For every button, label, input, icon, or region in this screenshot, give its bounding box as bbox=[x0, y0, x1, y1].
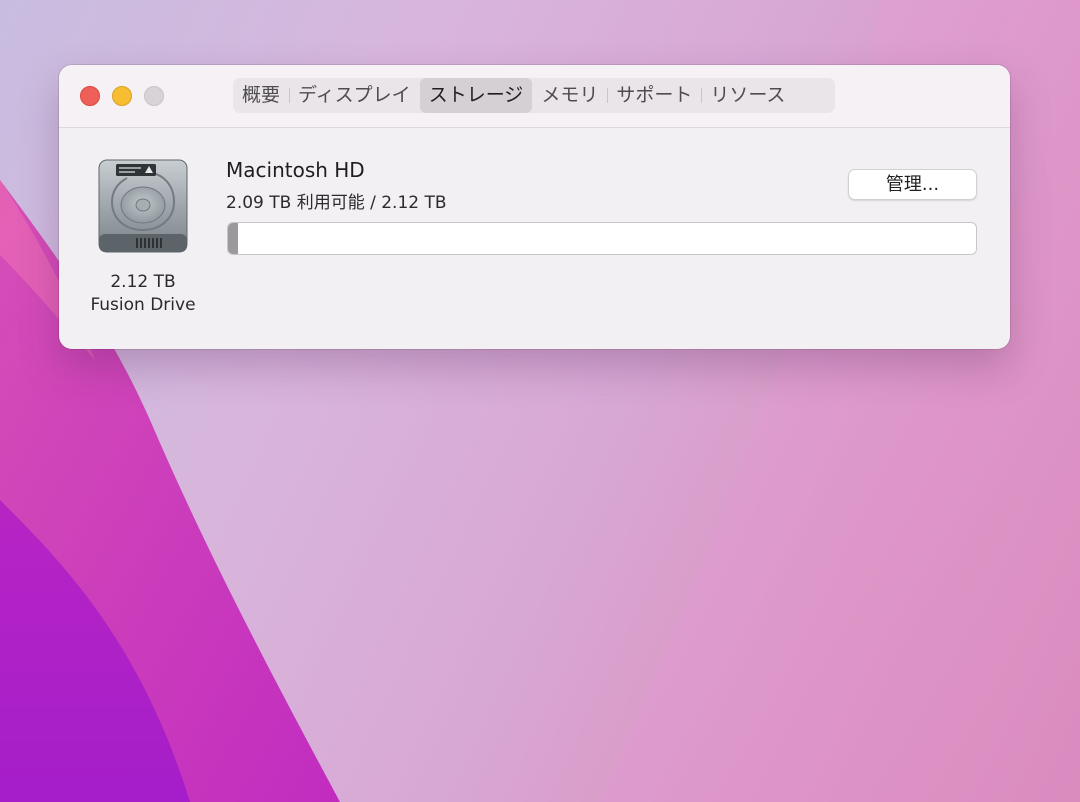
hard-drive-icon bbox=[98, 159, 188, 253]
tab-storage[interactable]: ストレージ bbox=[419, 78, 533, 113]
storage-pane: 2.12 TB Fusion Drive Macintosh HD 2.09 T… bbox=[59, 128, 1010, 349]
zoom-button[interactable] bbox=[144, 86, 164, 106]
title-bar: 概要 ディスプレイ ストレージ メモリ サポート リソース bbox=[59, 65, 1010, 128]
about-this-mac-window: 概要 ディスプレイ ストレージ メモリ サポート リソース 2.12 TB Fu… bbox=[59, 65, 1010, 349]
tab-overview[interactable]: 概要 bbox=[233, 78, 289, 113]
tab-memory[interactable]: メモリ bbox=[532, 78, 607, 113]
storage-usage-bar bbox=[227, 222, 977, 255]
volume-usage-text: 2.09 TB 利用可能 / 2.12 TB bbox=[226, 193, 447, 213]
tab-support[interactable]: サポート bbox=[607, 78, 701, 113]
used-storage-segment bbox=[228, 223, 239, 254]
volume-name: Macintosh HD bbox=[226, 158, 365, 182]
minimize-button[interactable] bbox=[112, 86, 132, 106]
drive-capacity: 2.12 TB bbox=[110, 272, 176, 292]
tab-displays[interactable]: ディスプレイ bbox=[289, 78, 420, 113]
tab-resources[interactable]: リソース bbox=[701, 78, 794, 113]
close-button[interactable] bbox=[80, 86, 100, 106]
tab-bar: 概要 ディスプレイ ストレージ メモリ サポート リソース bbox=[233, 78, 835, 113]
manage-button[interactable]: 管理... bbox=[848, 169, 977, 200]
drive-type: Fusion Drive bbox=[90, 295, 196, 315]
